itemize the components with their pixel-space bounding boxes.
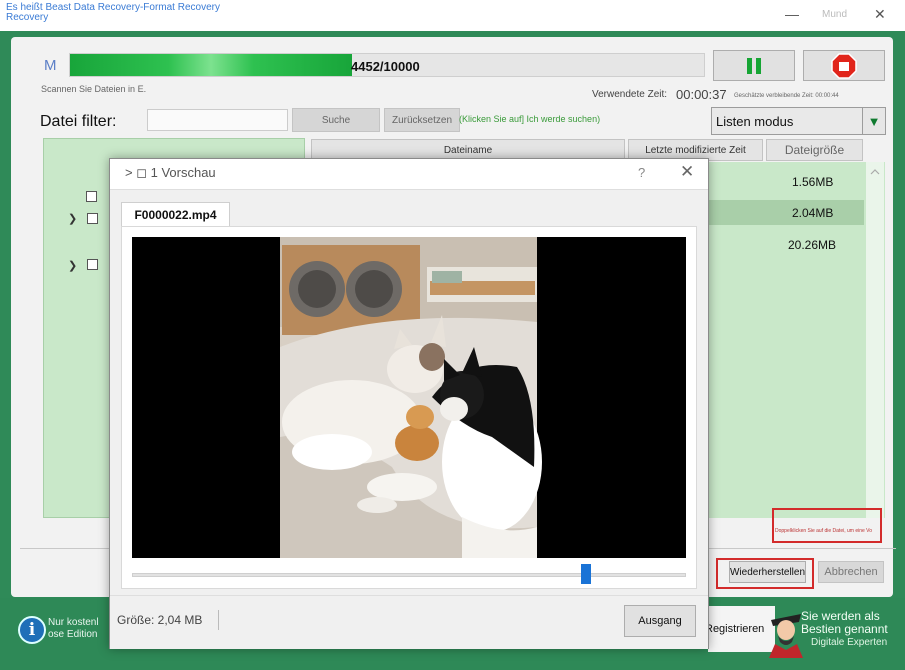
video-seek-handle[interactable] [581,564,592,584]
info-icon[interactable]: i [18,616,46,644]
chevron-down-icon[interactable]: ❯ [68,259,77,272]
scan-progress-bar: 4452/10000 [69,53,705,77]
pause-button[interactable] [713,50,795,81]
free-edition-line2: ose Edition [48,629,98,640]
close-button[interactable]: ✕ [874,6,886,23]
tree-checkbox[interactable] [87,259,98,270]
double-click-hint: Doppelklicken Sie auf die Datei, um eine… [775,528,873,534]
scan-progress-fill [70,54,353,76]
help-button[interactable]: ? [638,165,645,180]
slogan-line2: Bestien genannt [801,622,888,636]
digital-experts-label: Digitale Experten [811,637,888,648]
preview-dialog: > ◻ 1 Vorschau ? ✕ F0000022.mp4 Größe: 2… [109,158,709,649]
view-mode-select[interactable]: Listen modus ▼ [711,107,886,135]
file-size-cell: 1.56MB [792,175,834,189]
free-edition-label: Nur kostenl ose Edition [48,617,99,641]
pause-icon [747,57,761,74]
restore-button[interactable]: Wiederherstellen [729,561,806,583]
stop-icon [831,52,857,79]
tab-file-preview[interactable]: F0000022.mp4 [121,202,230,227]
tree-checkbox[interactable] [87,213,98,224]
app-logo: M [44,57,57,74]
list-scrollbar[interactable] [866,162,884,518]
column-header-size[interactable]: Dateigröße [766,139,863,161]
preview-panel [121,226,697,589]
preview-close-button[interactable]: ✕ [680,162,694,182]
scan-progress-text: 4452/10000 [351,59,420,74]
scanning-label: Scannen Sie Dateien in E. [41,84,147,94]
window-mode-label[interactable]: Mund [822,9,847,20]
exit-button[interactable]: Ausgang [624,605,696,637]
tree-checkbox[interactable] [86,191,97,202]
reset-button[interactable]: Zurücksetzen [384,108,460,132]
video-player[interactable] [132,237,686,558]
search-hint: (Klicken Sie auf] Ich werde suchen) [459,114,601,124]
window-title: Es heißt Beast Data Recovery-Format Reco… [6,2,220,23]
view-mode-value: Listen modus [716,114,794,129]
divider [218,610,219,630]
preview-status-bar: Größe: 2,04 MB Ausgang [110,595,708,649]
file-size-cell: 2.04MB [792,206,834,220]
video-seek-bar[interactable] [132,573,686,577]
preview-dialog-title: > ◻ 1 Vorschau [125,165,216,180]
search-button[interactable]: Suche [292,108,380,132]
video-frame-cats [132,237,686,558]
elapsed-time-value: 00:00:37 [676,87,727,102]
slogan: Sie werden als Bestien genannt [801,610,888,636]
register-button[interactable]: Registrieren [705,623,764,635]
remaining-time-label: Geschätzte verbleibende Zeit: 00:00:44 [734,93,839,99]
table-row-selected[interactable] [706,200,864,225]
file-filter-label: Datei filter: [40,113,117,130]
preview-tab-area: F0000022.mp4 [110,189,708,596]
file-size-label: Größe: 2,04 MB [117,613,203,627]
abort-button[interactable]: Abbrechen [818,561,884,583]
chevron-down-icon[interactable]: ❯ [68,212,77,225]
stop-button[interactable] [803,50,885,81]
dropdown-arrow-icon[interactable]: ▼ [862,108,885,134]
scroll-up-icon[interactable] [866,162,884,180]
hint-highlight [772,508,882,543]
elapsed-time-label: Verwendete Zeit: [592,89,668,100]
free-edition-line1: Nur kostenl [48,617,99,628]
minimize-button[interactable]: — [785,6,799,22]
file-size-cell: 20.26MB [788,238,837,252]
file-filter-input[interactable] [147,109,288,131]
